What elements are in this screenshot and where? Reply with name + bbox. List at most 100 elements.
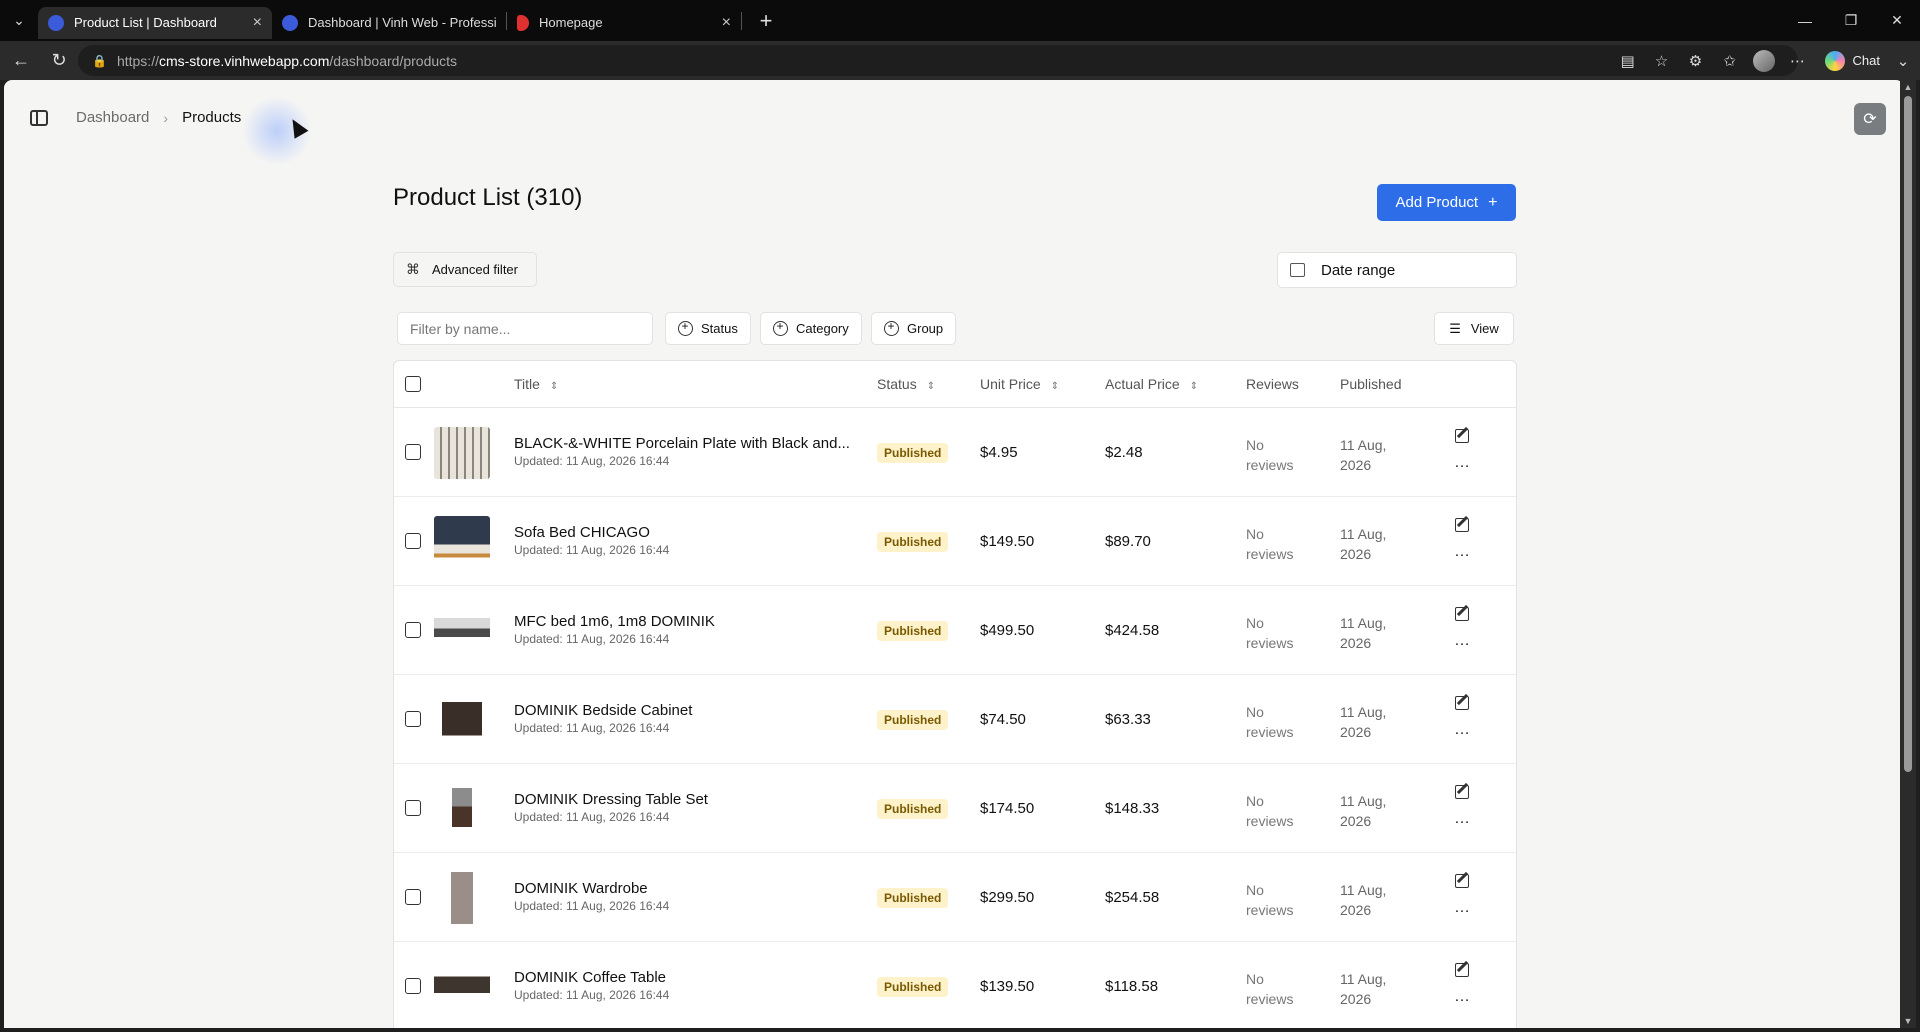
status-filter-chip[interactable]: Status <box>665 312 751 345</box>
product-title[interactable]: DOMINIK Coffee Table <box>514 969 666 986</box>
more-actions-icon[interactable]: … <box>1454 989 1471 1005</box>
row-checkbox[interactable] <box>405 533 421 549</box>
reload-icon[interactable]: ↻ <box>42 44 76 78</box>
edit-icon[interactable] <box>1455 429 1469 443</box>
product-title[interactable]: DOMINIK Dressing Table Set <box>514 791 708 808</box>
url-scheme: https:// <box>116 52 159 69</box>
v-logo-icon <box>48 14 64 31</box>
published-line: 2026 <box>1340 724 1372 740</box>
chat-label: Chat <box>1852 53 1880 68</box>
new-tab-plus-icon[interactable]: + <box>748 5 784 37</box>
product-title[interactable]: DOMINIK Wardrobe <box>514 880 648 897</box>
select-all-checkbox[interactable] <box>405 376 421 392</box>
edit-icon[interactable] <box>1455 874 1469 888</box>
row-checkbox[interactable] <box>405 978 421 994</box>
group-chip-label: Group <box>907 321 944 336</box>
reader-mode-icon[interactable]: ▤ <box>1613 46 1643 76</box>
tab-close-icon[interactable]: × <box>253 14 262 32</box>
more-menu-icon[interactable]: ⋯ <box>1783 46 1813 76</box>
red-logo-icon <box>517 14 529 31</box>
more-actions-icon[interactable]: … <box>1454 633 1471 649</box>
date-range-picker[interactable]: Date range <box>1277 252 1517 288</box>
favorite-star-icon[interactable]: ☆ <box>1647 46 1677 76</box>
browser-tab-bar: ⌄ Product List | Dashboard × Dashboard |… <box>0 0 1920 41</box>
restore-icon[interactable]: ❐ <box>1828 0 1874 41</box>
filter-by-name-input[interactable] <box>397 312 653 345</box>
reviews-line: reviews <box>1246 635 1294 651</box>
page-scrollbar[interactable]: ▲ ▼ <box>1900 80 1916 1028</box>
browser-toolbar: ← ↻ 🔒 https:// cms-store.vinhwebapp.com … <box>0 41 1920 80</box>
published-line: 11 Aug, <box>1340 704 1387 720</box>
browser-tab-product-list[interactable]: Product List | Dashboard × <box>38 6 272 39</box>
more-actions-icon[interactable]: … <box>1454 811 1471 827</box>
category-filter-chip[interactable]: Category <box>760 312 862 345</box>
row-checkbox[interactable] <box>405 711 421 727</box>
address-bar[interactable]: 🔒 https:// cms-store.vinhwebapp.com /das… <box>78 45 1798 76</box>
sidebar-toggle-icon[interactable] <box>30 110 48 126</box>
status-badge: Published <box>877 443 949 463</box>
edit-icon[interactable] <box>1455 785 1469 799</box>
unit-price: $74.50 <box>980 711 1026 728</box>
product-title[interactable]: MFC bed 1m6, 1m8 DOMINIK <box>514 613 715 630</box>
url-host: cms-store.vinhwebapp.com <box>158 52 330 69</box>
minimize-icon[interactable]: — <box>1782 0 1828 41</box>
reviews-line: No <box>1246 971 1264 987</box>
chevron-down-icon[interactable]: ⌄ <box>1888 46 1918 76</box>
more-actions-icon[interactable]: … <box>1454 900 1471 916</box>
browser-tab-dashboard[interactable]: Dashboard | Vinh Web - Professional <box>272 7 506 39</box>
product-thumbnail <box>434 961 490 1013</box>
browser-tab-homepage[interactable]: Homepage × <box>507 7 741 39</box>
edit-icon[interactable] <box>1455 963 1469 977</box>
sort-icon: ⇕ <box>549 381 559 392</box>
published-line: 11 Aug, <box>1340 971 1387 987</box>
group-filter-chip[interactable]: Group <box>871 312 957 345</box>
more-actions-icon[interactable]: … <box>1454 722 1471 738</box>
table-row: BLACK-&-WHITE Porcelain Plate with Black… <box>394 408 1516 497</box>
table-row: DOMINIK Bedside Cabinet Updated: 11 Aug,… <box>394 675 1516 764</box>
product-title[interactable]: DOMINIK Bedside Cabinet <box>514 702 692 719</box>
scroll-up-arrow-icon[interactable]: ▲ <box>1900 82 1916 92</box>
published-line: 11 Aug, <box>1340 882 1387 898</box>
tab-list-chevron-icon[interactable]: ⌄ <box>0 0 38 41</box>
product-title[interactable]: BLACK-&-WHITE Porcelain Plate with Black… <box>514 435 850 452</box>
close-window-icon[interactable]: ✕ <box>1874 0 1920 41</box>
add-product-button[interactable]: Add Product + <box>1377 184 1516 221</box>
tab-close-icon[interactable]: × <box>722 14 731 32</box>
back-arrow-icon[interactable]: ← <box>4 44 38 78</box>
reviews-line: No <box>1246 615 1264 631</box>
published-line: 11 Aug, <box>1340 793 1387 809</box>
copilot-chat-button[interactable]: Chat <box>1824 50 1880 71</box>
product-updated: Updated: 11 Aug, 2026 16:44 <box>514 988 670 1002</box>
extensions-icon[interactable]: ⚙ <box>1681 46 1711 76</box>
edit-icon[interactable] <box>1455 607 1469 621</box>
column-header-title[interactable]: Title ⇕ <box>514 376 558 392</box>
more-actions-icon[interactable]: … <box>1454 455 1471 471</box>
table-row: DOMINIK Wardrobe Updated: 11 Aug, 2026 1… <box>394 853 1516 942</box>
view-options-button[interactable]: ☰ View <box>1434 312 1514 345</box>
profile-avatar[interactable] <box>1749 46 1779 76</box>
published-cell: 11 Aug, 2026 <box>1340 702 1404 742</box>
tab-divider <box>741 11 742 30</box>
column-header-unit-price[interactable]: Unit Price ⇕ <box>980 376 1059 392</box>
edit-icon[interactable] <box>1455 518 1469 532</box>
row-checkbox[interactable] <box>405 889 421 905</box>
row-checkbox[interactable] <box>405 444 421 460</box>
column-header-status[interactable]: Status ⇕ <box>877 376 935 392</box>
favorites-list-icon[interactable]: ✩ <box>1715 46 1745 76</box>
column-unit-price-label: Unit Price <box>980 376 1041 392</box>
scroll-down-arrow-icon[interactable]: ▼ <box>1900 1016 1916 1026</box>
advanced-filter-button[interactable]: ⌘ Advanced filter <box>393 252 537 287</box>
product-title[interactable]: Sofa Bed CHICAGO <box>514 524 650 541</box>
edit-icon[interactable] <box>1455 696 1469 710</box>
row-checkbox[interactable] <box>405 800 421 816</box>
more-actions-icon[interactable]: … <box>1454 544 1471 560</box>
reviews-cell: No reviews <box>1246 702 1310 742</box>
row-checkbox[interactable] <box>405 622 421 638</box>
view-label: View <box>1470 321 1499 336</box>
scrollbar-thumb[interactable] <box>1904 96 1912 772</box>
column-header-actual-price[interactable]: Actual Price ⇕ <box>1105 376 1198 392</box>
breadcrumb-dashboard-link[interactable]: Dashboard <box>76 109 149 126</box>
published-line: 2026 <box>1340 457 1372 473</box>
refresh-button[interactable]: ⟳ <box>1854 103 1886 135</box>
plus-circle-icon <box>773 319 788 336</box>
